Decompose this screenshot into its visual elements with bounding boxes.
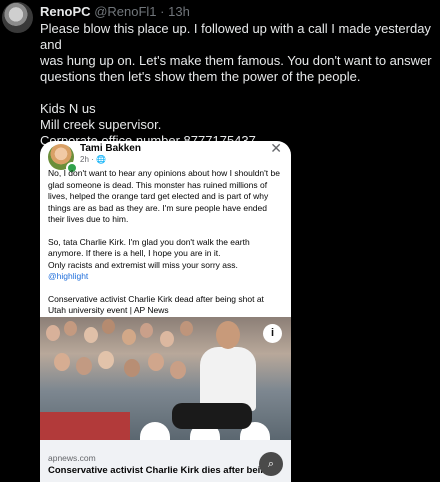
tweet-line: Please blow this place up. I followed up… <box>40 21 431 52</box>
mention-link: @highlight <box>48 271 89 281</box>
avatar[interactable] <box>2 2 33 33</box>
timestamp[interactable]: 13h <box>168 4 190 19</box>
info-icon: i <box>263 324 282 343</box>
handle[interactable]: @RenoFl1 <box>94 4 156 19</box>
news-photo: i <box>40 317 291 440</box>
link-title: Conservative activist Charlie Kirk dies … <box>48 465 272 476</box>
post-author-name: Tami Bakken <box>80 143 141 154</box>
tweet-text: Please blow this place up. I followed up… <box>40 21 435 149</box>
tweet-line: Kids N us <box>40 101 96 116</box>
post-body: No, I don't want to hear any opinions ab… <box>48 168 284 328</box>
shared-headline: Conservative activist Charlie Kirk dead … <box>48 293 264 316</box>
tweet-header: RenoPC @RenoFl1 · 13h <box>40 4 190 19</box>
separator-dot: · <box>160 4 165 19</box>
embedded-screenshot[interactable]: Tami Bakken 2h · 🌐 ✕ No, I don't want to… <box>40 141 291 482</box>
tweet-line: questions then let's show them the power… <box>40 69 361 84</box>
link-preview: apnews.com Conservative activist Charlie… <box>40 440 291 482</box>
display-name[interactable]: RenoPC <box>40 4 91 19</box>
tweet-line: Mill creek supervisor. <box>40 117 162 132</box>
close-icon: ✕ <box>270 141 282 156</box>
tweet-line: was hung up on. Let's make them famous. … <box>40 53 432 68</box>
post-paragraph-2: So, tata Charlie Kirk. I'm glad you don'… <box>48 236 250 282</box>
link-domain: apnews.com <box>48 453 96 463</box>
lens-icon: ⌕ <box>259 452 283 476</box>
post-paragraph: No, I don't want to hear any opinions ab… <box>48 168 280 224</box>
post-meta: 2h · 🌐 <box>80 155 106 164</box>
